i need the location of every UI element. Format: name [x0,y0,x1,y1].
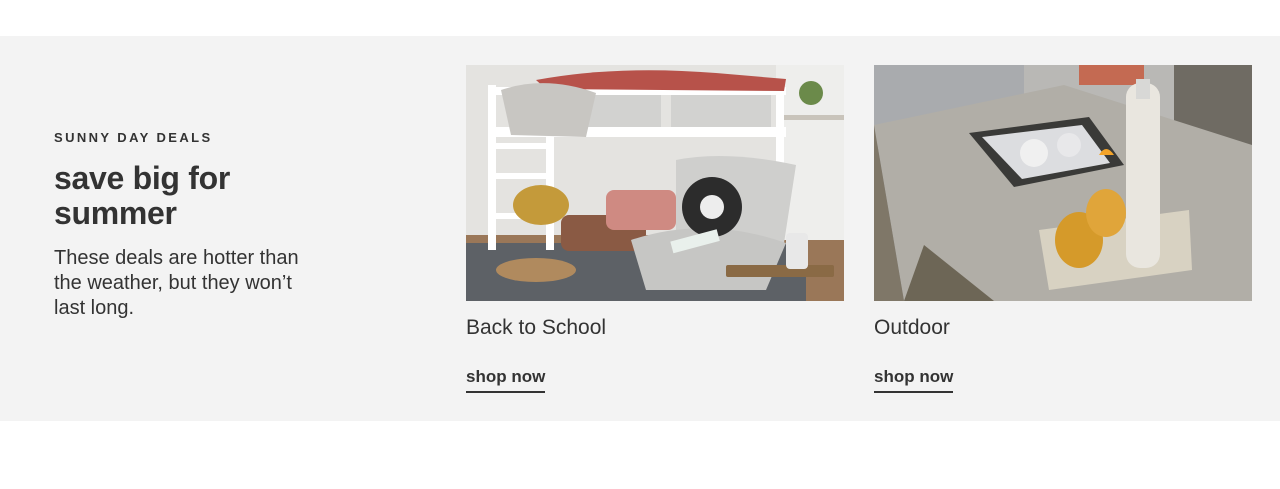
card-title[interactable]: Back to School [466,315,844,341]
shop-now-link[interactable]: shop now [466,368,546,393]
back-to-school-image[interactable] [466,65,844,301]
promo-eyebrow: SUNNY DAY DEALS [54,130,213,145]
category-card-outdoor[interactable]: Outdoor shop now [874,65,1252,393]
outdoor-image[interactable] [874,65,1252,301]
category-card-back-to-school[interactable]: Back to School shop now [466,65,844,393]
promo-intro: SUNNY DAY DEALS save big for summer Thes… [54,130,314,321]
promo-headline: save big for summer [54,160,231,231]
card-title[interactable]: Outdoor [874,315,1252,341]
shop-now-link[interactable]: shop now [874,368,954,393]
promo-description: These deals are hotter than the weather,… [54,247,299,319]
